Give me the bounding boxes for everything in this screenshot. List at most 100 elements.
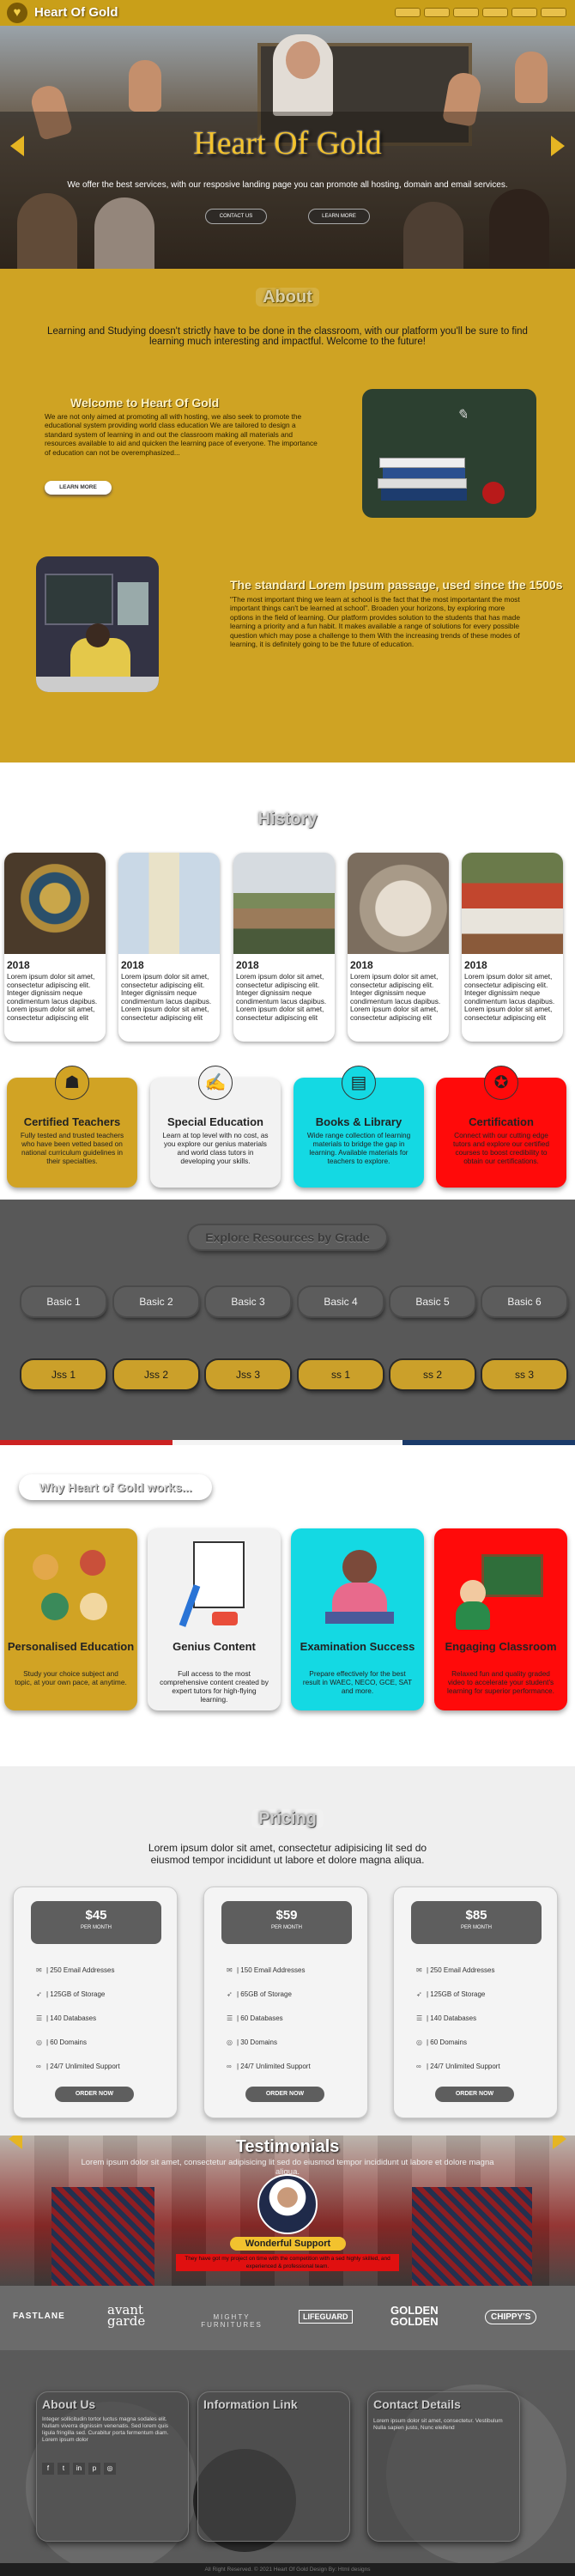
why-title: Why Heart of Gold works... <box>19 1474 212 1500</box>
order-now-button[interactable]: ORDER NOW <box>245 2087 324 2102</box>
kids-learning-icon <box>28 1546 114 1631</box>
about-us-text: Integer sollicitudin tortor luctus magna… <box>42 2416 169 2443</box>
pricing-card: $59 PER MONTH ✉ | 150 Email Addresses ➶ | 6… <box>203 1886 368 2118</box>
nav-item[interactable] <box>424 8 450 17</box>
feature-card[interactable]: ▤ Books & Library Wide range collection … <box>294 1066 424 1188</box>
nav-item[interactable] <box>511 8 537 17</box>
database-icon: ☰ <box>416 2014 423 2022</box>
heart-gold-icon[interactable]: ♥ <box>7 3 27 23</box>
history-card: 2018 Lorem ipsum dolor sit amet, consect… <box>462 853 563 1042</box>
social-links: f t in p ◎ <box>42 2463 116 2475</box>
grade-basic-1[interactable]: Basic 1 <box>21 1287 106 1316</box>
pricing-lead: Lorem ipsum dolor sit amet, consectetur … <box>148 1842 427 1866</box>
why-section: Why Heart of Gold works... Personalised … <box>0 1440 575 1766</box>
plan-price: $45 <box>85 1908 107 1923</box>
hero-banner: Heart Of Gold We offer the best services… <box>0 26 575 269</box>
history-card: 2018 Lorem ipsum dolor sit amet, consect… <box>4 853 106 1042</box>
grade-basic-3[interactable]: Basic 3 <box>206 1287 290 1316</box>
brand-name[interactable]: Heart Of Gold <box>34 5 118 20</box>
about-us-title: About Us <box>42 2397 96 2411</box>
grade-ss-3[interactable]: ss 3 <box>482 1360 566 1389</box>
top-navbar: ♥ Heart Of Gold <box>0 0 575 26</box>
feature-card[interactable]: ✍ Special Education Learn at top level w… <box>150 1066 281 1188</box>
contact-details-text: Lorem ipsum dolor sit amet, consectetur.… <box>373 2418 503 2431</box>
client-logos: FASTLANE avant garde MIGHTY FURNITURES L… <box>0 2286 575 2350</box>
history-card: 2018 Lorem ipsum dolor sit amet, consect… <box>118 853 220 1042</box>
information-link-title: Information Link <box>203 2397 298 2411</box>
hero-subtitle: We offer the best services, with our res… <box>67 180 508 190</box>
grades-section: Explore Resources by Grade Basic 1 Basic… <box>0 1200 575 1440</box>
viaduct-image <box>233 853 335 954</box>
about-learn-more-button[interactable]: LEARN MORE <box>45 481 112 495</box>
information-link-box: Information Link <box>197 2391 350 2542</box>
nav-item[interactable] <box>453 8 479 17</box>
envelope-icon: ✉ <box>36 1966 42 1974</box>
grade-jss-3[interactable]: Jss 3 <box>206 1360 290 1389</box>
logo-golden: GOLDEN GOLDEN <box>390 2304 439 2328</box>
grade-ss-2[interactable]: ss 2 <box>390 1360 475 1389</box>
certificate-icon: ✪ <box>484 1066 518 1100</box>
hero-title: Heart Of Gold <box>193 125 382 161</box>
order-now-button[interactable]: ORDER NOW <box>55 2087 134 2102</box>
why-card[interactable]: Personalised Education Study your choice… <box>4 1528 137 1710</box>
books-chalkboard-image: ✎ <box>362 389 536 518</box>
contact-us-button[interactable]: CONTACT US <box>206 210 266 223</box>
why-card[interactable]: Genius Content Full access to the most c… <box>148 1528 281 1710</box>
about-title: About <box>0 288 575 307</box>
nav-item[interactable] <box>541 8 566 17</box>
grade-basic-6[interactable]: Basic 6 <box>482 1287 566 1316</box>
about-lead: Learning and Studying doesn't strictly h… <box>47 326 528 347</box>
teacher-board-icon <box>456 1554 546 1630</box>
database-icon: ☰ <box>227 2014 233 2022</box>
avatar <box>257 2174 318 2234</box>
features-section: ☗ Certified Teachers Fully tested and tr… <box>0 1050 575 1200</box>
lorem-text: "The most important thing we learn at sc… <box>230 595 520 649</box>
testimonials-section: Testimonials Lorem ipsum dolor sit amet,… <box>0 2136 575 2286</box>
grade-jss-2[interactable]: Jss 2 <box>114 1360 198 1389</box>
globe-icon: ◎ <box>416 2038 422 2046</box>
globe-icon: ◎ <box>36 2038 42 2046</box>
grade-ss-1[interactable]: ss 1 <box>299 1360 383 1389</box>
learn-more-button[interactable]: LEARN MORE <box>309 210 369 223</box>
paper-pencil-icon <box>178 1541 253 1631</box>
history-section: History 2018 Lorem ipsum dolor sit amet,… <box>0 762 575 1050</box>
grades-title: Explore Resources by Grade <box>189 1225 386 1249</box>
people-image <box>462 853 563 954</box>
nav-menu <box>395 8 566 17</box>
pricing-section: Pricing Lorem ipsum dolor sit amet, cons… <box>0 1766 575 2136</box>
about-us-box: About Us Integer sollicitudin tortor luc… <box>36 2391 189 2542</box>
books-icon: ▤ <box>342 1066 376 1100</box>
pricing-title: Pricing <box>0 1809 575 1829</box>
rocket-icon: ➶ <box>36 1990 42 1998</box>
why-card[interactable]: Examination Success Prepare effectively … <box>291 1528 424 1710</box>
history-card: 2018 Lorem ipsum dolor sit amet, consect… <box>233 853 335 1042</box>
linkedin-icon[interactable]: in <box>73 2463 85 2475</box>
feature-card[interactable]: ☗ Certified Teachers Fully tested and tr… <box>7 1066 137 1188</box>
twitter-icon[interactable]: t <box>58 2463 70 2475</box>
pinterest-icon[interactable]: p <box>88 2463 100 2475</box>
order-now-button[interactable]: ORDER NOW <box>435 2087 514 2102</box>
contact-details-title: Contact Details <box>373 2397 461 2411</box>
student-board-image <box>36 556 159 692</box>
grade-basic-2[interactable]: Basic 2 <box>114 1287 198 1316</box>
welcome-text: We are not only aimed at promoting all w… <box>45 412 318 457</box>
nav-item[interactable] <box>482 8 508 17</box>
logo-lifeguard: LIFEGUARD <box>299 2310 353 2324</box>
envelope-icon: ✉ <box>416 1966 422 1974</box>
grade-basic-5[interactable]: Basic 5 <box>390 1287 475 1316</box>
grade-basic-4[interactable]: Basic 4 <box>299 1287 383 1316</box>
copyright-bar: All Right Reserved. © 2021 Heart Of Gold… <box>0 2563 575 2576</box>
history-title: History <box>0 810 575 829</box>
dribbble-icon[interactable]: ◎ <box>104 2463 116 2475</box>
testimonials-title: Testimonials <box>235 2137 340 2156</box>
nav-item[interactable] <box>395 8 421 17</box>
why-card[interactable]: Engaging Classroom Relaxed fun and quali… <box>434 1528 567 1710</box>
statue-image <box>348 853 449 954</box>
contact-details-box: Contact Details Lorem ipsum dolor sit am… <box>367 2391 520 2542</box>
support-icon: ∞ <box>227 2063 232 2070</box>
grade-jss-1[interactable]: Jss 1 <box>21 1360 106 1389</box>
feature-card[interactable]: ✪ Certification Connect with our cutting… <box>436 1066 566 1188</box>
pricing-card: $45 PER MONTH ✉ | 250 Email Addresses ➶ | 1… <box>13 1886 178 2118</box>
facebook-icon[interactable]: f <box>42 2463 54 2475</box>
student-desk-icon: ✍ <box>198 1066 233 1100</box>
